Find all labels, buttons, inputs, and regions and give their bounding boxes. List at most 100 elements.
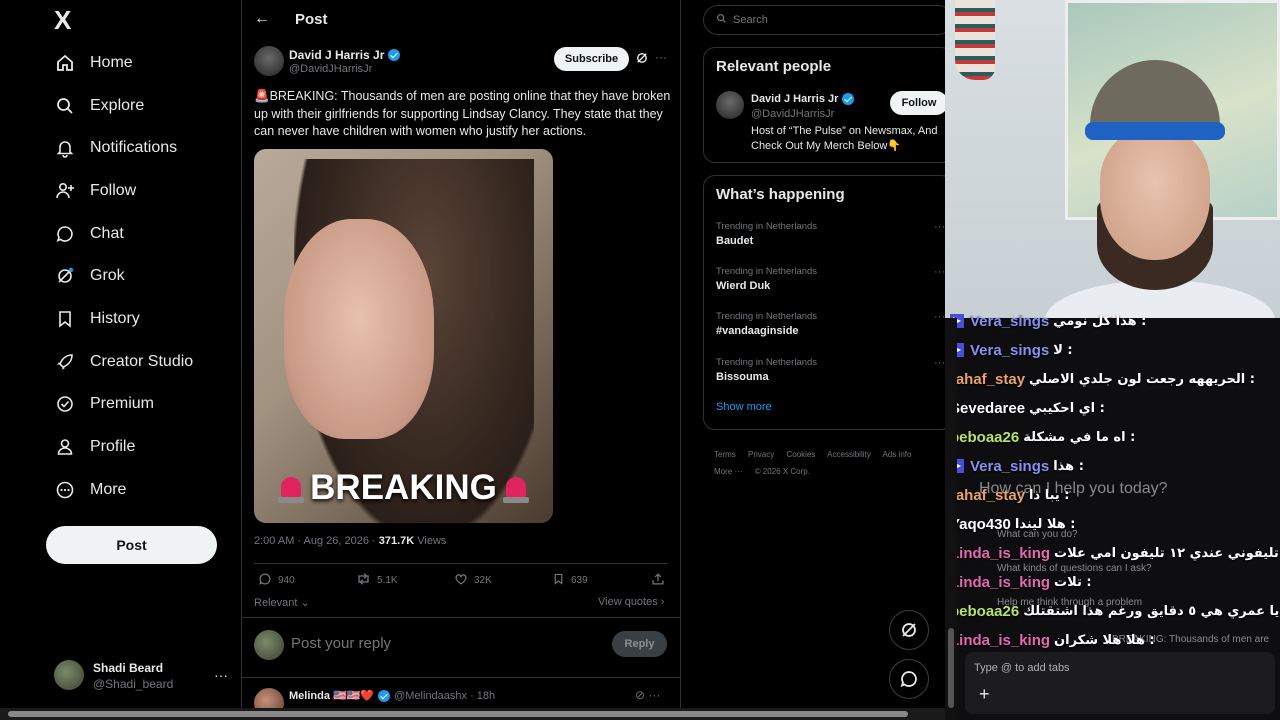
footer-link[interactable]: Terms (714, 450, 736, 459)
x-logo[interactable]: X (54, 7, 78, 33)
main-column: ← Post David J Harris Jr @DavidJHarrisJr… (242, 0, 681, 720)
grok-icon[interactable] (635, 51, 649, 68)
reply-sort-dropdown[interactable]: Relevant ⌄ (254, 596, 310, 609)
author-avatar[interactable] (254, 46, 284, 76)
account-switcher[interactable]: Shadi Beard @Shadi_beard ··· (54, 660, 234, 692)
share-action[interactable] (651, 572, 671, 589)
avatar[interactable] (716, 91, 744, 119)
view-quotes-link[interactable]: View quotes › (598, 596, 664, 608)
plus-icon[interactable]: + (979, 684, 990, 705)
reply-author[interactable]: Melinda 🇺🇸🇺🇸❤️ @Melindaashx · 18h (289, 689, 495, 702)
footer-link[interactable]: Cookies (786, 450, 815, 459)
chat-username[interactable]: Linda_is_king (950, 574, 1050, 591)
chat-message-text: الحريههه رجعت لون جلدي الاصلي : (1029, 371, 1255, 387)
nav-item-explore[interactable]: Explore (54, 88, 144, 124)
nav-item-more[interactable]: More (54, 472, 126, 508)
footer-link[interactable]: More ··· (714, 467, 742, 476)
nav-item-history[interactable]: History (54, 301, 140, 337)
nav-item-label: Premium (90, 395, 155, 412)
author-handle[interactable]: @DavidJHarrisJr (289, 63, 372, 75)
reply-icon (258, 572, 272, 589)
trend-name: Baudet (716, 235, 754, 247)
webcam-overlay (945, 0, 1280, 318)
siren-icon (278, 473, 305, 503)
search-bar[interactable] (703, 5, 953, 35)
nav-item-label: More (90, 481, 127, 498)
nav-item-notifications[interactable]: Notifications (54, 130, 177, 166)
trend-more-icon[interactable]: ··· (934, 266, 945, 278)
search-icon (716, 13, 727, 27)
subscribe-button[interactable]: Subscribe (554, 47, 629, 71)
like-action[interactable]: 32K (454, 572, 492, 589)
nav-item-creator-studio[interactable]: Creator Studio (54, 344, 193, 380)
nav-item-chat[interactable]: Chat (54, 216, 124, 252)
assistant-input[interactable]: Type @ to add tabs + (965, 652, 1275, 714)
bookmark-icon (54, 308, 76, 330)
chat-username[interactable]: Vera_sings (970, 342, 1049, 359)
chat-message: Linda_is_king هلا هلا شكران : (950, 629, 1280, 651)
chat-username[interactable]: Sevedaree (950, 400, 1025, 417)
nav-item-follow[interactable]: Follow (54, 173, 136, 209)
chat-username[interactable]: Linda_is_king (950, 632, 1050, 649)
reply-input[interactable] (291, 635, 541, 652)
post-image[interactable]: BREAKING (254, 149, 553, 523)
follow-button[interactable]: Follow (890, 91, 948, 115)
post-timestamp[interactable]: 2:00 AM · Aug 26, 2026 · (254, 535, 379, 547)
reply-more-icon[interactable]: ⊘ ··· (635, 688, 660, 702)
messages-float-button[interactable] (889, 659, 929, 699)
chat-username[interactable]: Vera_sings (970, 313, 1049, 330)
trend-item[interactable]: Trending in Netherlands Baudet ··· (716, 221, 946, 247)
chat-message-text: تلات : (1054, 574, 1092, 590)
rocket-icon (54, 351, 76, 373)
verified-icon (378, 689, 391, 702)
nav-item-grok[interactable]: Grok (54, 258, 125, 294)
nav-item-profile[interactable]: Profile (54, 429, 135, 465)
person-name[interactable]: David J Harris Jr (751, 93, 855, 105)
repost-action[interactable]: 5.1K (356, 572, 398, 589)
account-more-icon[interactable]: ··· (214, 667, 228, 683)
trend-more-icon[interactable]: ··· (934, 357, 945, 369)
vertical-scrollbar[interactable] (945, 318, 957, 720)
card-title: What’s happening (716, 186, 845, 203)
back-arrow-icon[interactable]: ← (254, 10, 270, 28)
nav-item-label: Grok (90, 267, 125, 284)
nav-item-home[interactable]: Home (54, 45, 133, 81)
trend-item[interactable]: Trending in Netherlands Wierd Duk ··· (716, 266, 946, 292)
horizontal-scrollbar[interactable] (0, 708, 945, 720)
trend-item[interactable]: Trending in Netherlands #vandaaginside ·… (716, 311, 946, 337)
post-button[interactable]: Post (46, 526, 217, 564)
footer-link[interactable]: Ads info (883, 450, 912, 459)
trend-item[interactable]: Trending in Netherlands Bissouma ··· (716, 357, 946, 383)
chat-message-text: هذا كل نومي : (1053, 313, 1147, 329)
trend-more-icon[interactable]: ··· (934, 311, 945, 323)
chat-message-text: اه ما في مشكلة : (1023, 429, 1136, 445)
person-handle[interactable]: @DavidJHarrisJr (751, 108, 834, 120)
show-more-link[interactable]: Show more (716, 401, 772, 413)
chat-username[interactable]: beboaa26 (950, 429, 1019, 446)
footer-link[interactable]: Accessibility (827, 450, 871, 459)
post-more-icon[interactable]: ··· (655, 50, 667, 64)
stocking-decoration (955, 0, 995, 80)
chat-message: Vera_sings هذا كل نومي : (950, 310, 1280, 332)
chat-username[interactable]: Linda_is_king (950, 545, 1050, 562)
bookmark-action[interactable]: 639 (552, 572, 588, 589)
nav-item-label: Explore (90, 97, 145, 114)
search-input[interactable] (733, 14, 913, 26)
chat-username[interactable]: Vera_sings (970, 458, 1049, 475)
reply-button[interactable]: Reply (612, 631, 667, 657)
grok-float-button[interactable] (889, 610, 929, 650)
whats-happening-card: What’s happening Trending in Netherlands… (703, 175, 953, 430)
author-name[interactable]: David J Harris Jr (289, 48, 401, 62)
chat-username[interactable]: rahaf_stay (950, 487, 1025, 504)
scrollbar-thumb[interactable] (8, 711, 908, 717)
chat-username[interactable]: beboaa26 (950, 603, 1019, 620)
reply-action[interactable]: 940 (258, 572, 295, 589)
nav-item-label: Home (90, 54, 133, 71)
chat-username[interactable]: Yaqo430 (950, 516, 1011, 533)
card-title: Relevant people (716, 58, 832, 75)
trend-more-icon[interactable]: ··· (934, 221, 945, 233)
scrollbar-thumb[interactable] (948, 628, 954, 708)
footer-link[interactable]: Privacy (748, 450, 774, 459)
nav-item-premium[interactable]: Premium (54, 386, 154, 422)
chat-username[interactable]: rahaf_stay (950, 371, 1025, 388)
